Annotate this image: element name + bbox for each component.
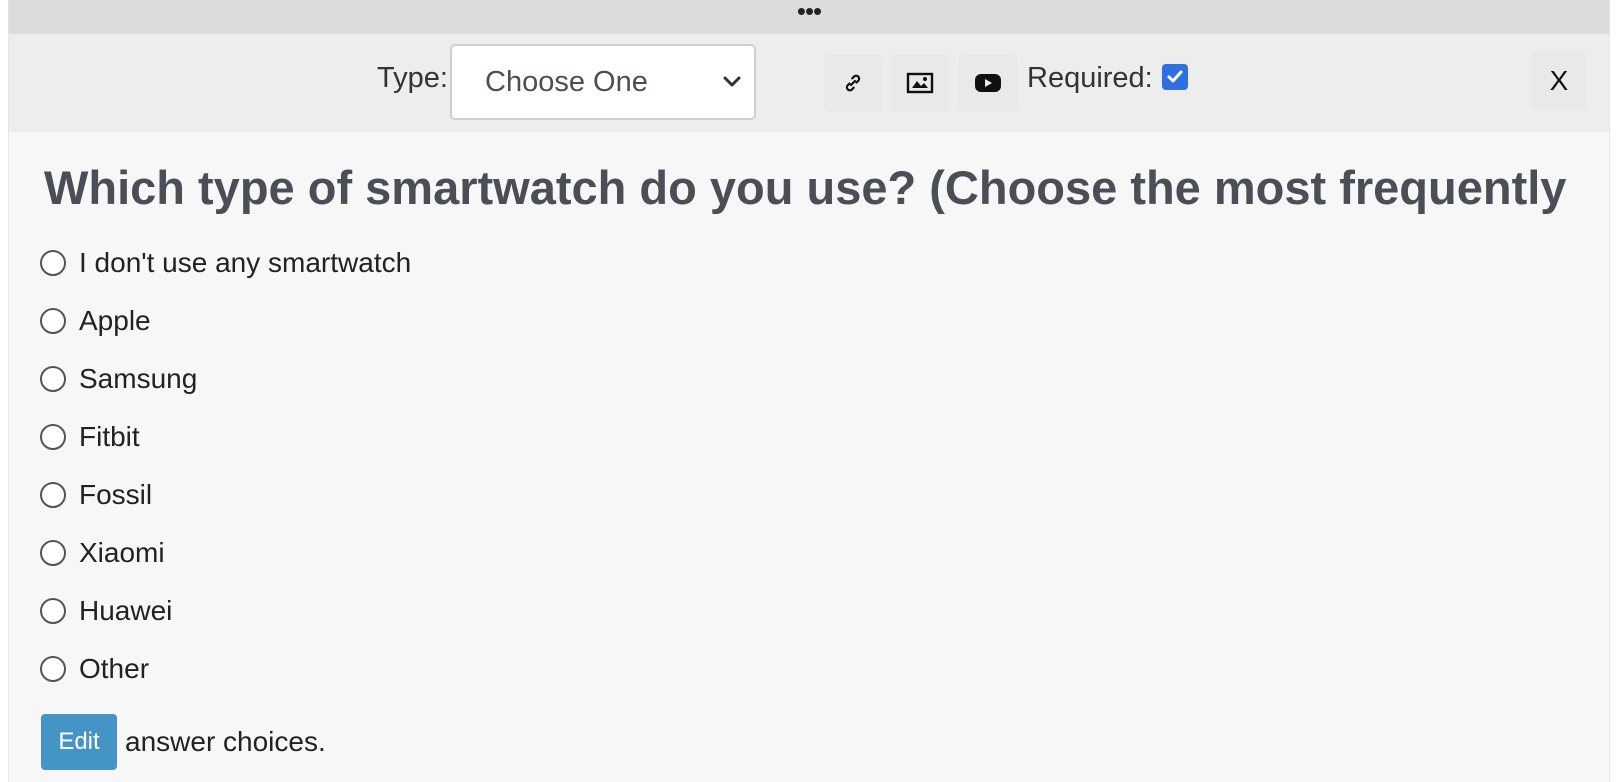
chevron-down-icon xyxy=(723,76,741,87)
close-button[interactable]: X xyxy=(1531,52,1587,110)
answer-option[interactable]: Fossil xyxy=(40,466,411,524)
answer-option-label: Apple xyxy=(79,305,151,336)
answer-option-label: Other xyxy=(79,653,150,684)
answer-option-label: Samsung xyxy=(79,363,198,394)
checkmark-icon xyxy=(1167,70,1183,83)
answer-option-label: Huawei xyxy=(79,595,173,626)
radio-button[interactable] xyxy=(40,598,66,624)
edit-answer-choices-row: Edit answer choices. xyxy=(41,714,326,770)
answer-option[interactable]: Other xyxy=(40,640,411,698)
question-type-selected-value: Choose One xyxy=(485,65,648,98)
answer-option[interactable]: I don't use any smartwatch xyxy=(40,234,411,292)
edit-button[interactable]: Edit xyxy=(41,714,117,770)
radio-button[interactable] xyxy=(40,656,66,682)
radio-button[interactable] xyxy=(40,308,66,334)
answer-option[interactable]: Samsung xyxy=(40,350,411,408)
answer-option-label: I don't use any smartwatch xyxy=(79,247,412,278)
question-type-select[interactable]: Choose One xyxy=(450,44,756,120)
radio-button[interactable] xyxy=(40,482,66,508)
more-dots-icon[interactable]: ••• xyxy=(797,0,822,24)
question-editor-panel: ••• Type: Choose One Required: X Which t… xyxy=(8,0,1610,782)
edit-hint-text: answer choices. xyxy=(125,726,326,757)
insert-image-button[interactable] xyxy=(891,54,949,112)
answer-option[interactable]: Fitbit xyxy=(40,408,411,466)
answer-options-list: I don't use any smartwatch Apple Samsung… xyxy=(40,234,411,698)
answer-option[interactable]: Huawei xyxy=(40,582,411,640)
drag-handle[interactable]: ••• xyxy=(9,0,1609,34)
radio-button[interactable] xyxy=(40,540,66,566)
insert-video-button[interactable] xyxy=(959,54,1017,112)
youtube-icon xyxy=(975,74,1001,92)
answer-option-label: Fossil xyxy=(79,479,153,510)
link-icon xyxy=(845,74,861,92)
type-label: Type: xyxy=(377,62,448,94)
required-label: Required: xyxy=(1027,62,1153,94)
required-checkbox[interactable] xyxy=(1162,64,1188,90)
question-title[interactable]: Which type of smartwatch do you use? (Ch… xyxy=(44,160,1579,215)
question-toolbar: Type: Choose One Required: X xyxy=(9,34,1609,132)
answer-option[interactable]: Xiaomi xyxy=(40,524,411,582)
radio-button[interactable] xyxy=(40,250,66,276)
radio-button[interactable] xyxy=(40,424,66,450)
answer-option-label: Fitbit xyxy=(79,421,140,452)
answer-option-label: Xiaomi xyxy=(79,537,165,568)
insert-link-button[interactable] xyxy=(824,54,882,112)
radio-button[interactable] xyxy=(40,366,66,392)
image-icon xyxy=(906,72,934,94)
answer-option[interactable]: Apple xyxy=(40,292,411,350)
